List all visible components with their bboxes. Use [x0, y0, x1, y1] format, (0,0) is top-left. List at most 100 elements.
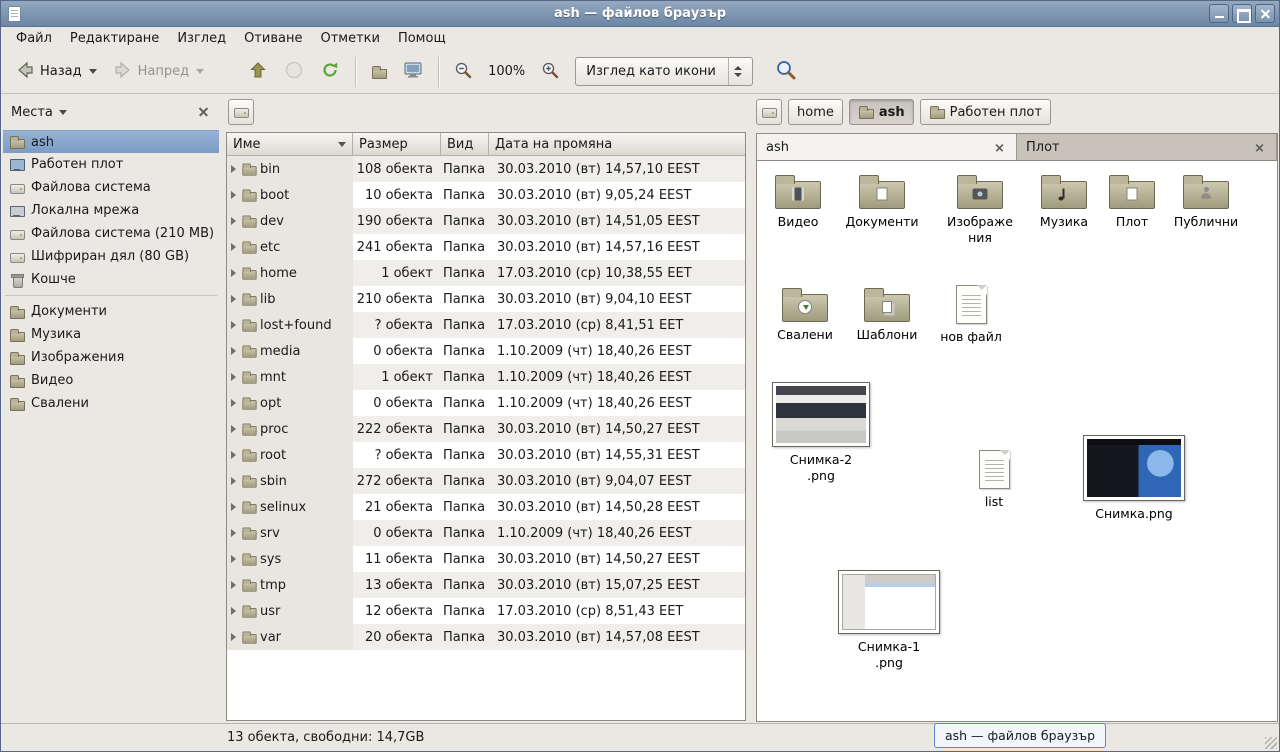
icon-item-photo[interactable]: Снимка.png — [1082, 435, 1186, 522]
sidebar-place-item[interactable]: Локална мрежа — [3, 199, 219, 222]
menu-view[interactable]: Изглед — [168, 29, 235, 48]
zoom-in-button[interactable] — [533, 55, 567, 89]
expander-icon[interactable] — [231, 295, 236, 303]
up-button[interactable] — [240, 55, 276, 89]
zoom-out-button[interactable] — [446, 55, 480, 89]
expander-icon[interactable] — [231, 633, 236, 641]
tree-row[interactable]: srv 0 обекта Папка 1.10.2009 (чт) 18,40,… — [227, 520, 745, 546]
tree-row[interactable]: home 1 обект Папка 17.03.2010 (ср) 10,38… — [227, 260, 745, 286]
sidebar-place-item[interactable]: Файлова система — [3, 176, 219, 199]
home-button[interactable] — [363, 55, 395, 89]
expander-icon[interactable] — [231, 165, 236, 173]
expander-icon[interactable] — [231, 373, 236, 381]
menu-help[interactable]: Помощ — [389, 29, 455, 48]
breadcrumb-ash-button[interactable]: ash — [849, 99, 914, 125]
column-header-name[interactable]: Име — [227, 133, 353, 156]
forward-button[interactable]: Напред — [105, 55, 212, 89]
expander-icon[interactable] — [231, 321, 236, 329]
tab-ash[interactable]: ash — [757, 134, 1017, 160]
expander-icon[interactable] — [231, 581, 236, 589]
titlebar[interactable]: ash — файлов браузър — [1, 1, 1279, 27]
icon-item-newfile[interactable]: нов файл — [931, 285, 1011, 345]
back-history-chevron-icon[interactable] — [89, 69, 97, 74]
sidebar-place-item[interactable]: Работен плот — [3, 153, 219, 176]
tree-row[interactable]: selinux 21 обекта Папка 30.03.2010 (вт) … — [227, 494, 745, 520]
root-breadcrumb-button[interactable] — [228, 99, 254, 125]
tree-row[interactable]: sys 11 обекта Папка 30.03.2010 (вт) 14,5… — [227, 546, 745, 572]
icon-item-documents[interactable]: Документи — [841, 173, 923, 230]
icon-item-downloads[interactable]: Свалени — [765, 286, 845, 343]
icon-item-music[interactable]: Музика — [1029, 173, 1099, 230]
tree-row[interactable]: opt 0 обекта Папка 1.10.2009 (чт) 18,40,… — [227, 390, 745, 416]
tree-row[interactable]: lib 210 обекта Папка 30.03.2010 (вт) 9,0… — [227, 286, 745, 312]
icon-item-templates[interactable]: Шаблони — [847, 286, 927, 343]
sidebar-selector-chevron-icon[interactable] — [59, 110, 67, 115]
expander-icon[interactable] — [231, 555, 236, 563]
column-header-size[interactable]: Размер — [353, 133, 441, 156]
tree-row[interactable]: media 0 обекта Папка 1.10.2009 (чт) 18,4… — [227, 338, 745, 364]
icon-item-photo2[interactable]: Снимка-2.png — [771, 382, 871, 485]
tree-row[interactable]: var 20 обекта Папка 30.03.2010 (вт) 14,5… — [227, 624, 745, 650]
root-breadcrumb-button[interactable] — [756, 99, 782, 125]
expander-icon[interactable] — [231, 191, 236, 199]
tree-row[interactable]: tmp 13 обекта Папка 30.03.2010 (вт) 15,0… — [227, 572, 745, 598]
breadcrumb-desktop-button[interactable]: Работен плот — [920, 99, 1051, 125]
tree-row[interactable]: proc 222 обекта Папка 30.03.2010 (вт) 14… — [227, 416, 745, 442]
expander-icon[interactable] — [231, 451, 236, 459]
icon-item-photo1[interactable]: Снимка-1.png — [837, 570, 941, 672]
expander-icon[interactable] — [231, 529, 236, 537]
sidebar-place-item[interactable]: Музика — [3, 323, 219, 346]
sidebar-place-item[interactable]: Документи — [3, 300, 219, 323]
tree-row[interactable]: etc 241 обекта Папка 30.03.2010 (вт) 14,… — [227, 234, 745, 260]
icon-item-video[interactable]: Видео — [759, 173, 837, 230]
sidebar-close-icon[interactable] — [196, 105, 211, 120]
expander-icon[interactable] — [231, 503, 236, 511]
menu-go[interactable]: Отиване — [235, 29, 311, 48]
column-header-type[interactable]: Вид — [441, 133, 489, 156]
expander-icon[interactable] — [231, 477, 236, 485]
menu-file[interactable]: Файл — [7, 29, 61, 48]
column-header-date[interactable]: Дата на промяна — [489, 133, 745, 156]
icon-item-desktop[interactable]: Плот — [1101, 173, 1163, 230]
tree-row[interactable]: lost+found ? обекта Папка 17.03.2010 (ср… — [227, 312, 745, 338]
maximize-button[interactable] — [1232, 4, 1252, 23]
sidebar-place-item[interactable]: ash — [3, 130, 219, 153]
expander-icon[interactable] — [231, 425, 236, 433]
sidebar-place-item[interactable]: Кошче — [3, 268, 219, 291]
tree-row[interactable]: boot 10 обекта Папка 30.03.2010 (вт) 9,0… — [227, 182, 745, 208]
icon-item-images[interactable]: Изображения — [935, 173, 1025, 247]
tree-row[interactable]: usr 12 обекта Папка 17.03.2010 (ср) 8,51… — [227, 598, 745, 624]
tab-close-icon[interactable] — [993, 141, 1006, 154]
expander-icon[interactable] — [231, 607, 236, 615]
search-button[interactable] — [767, 55, 805, 89]
tree-row[interactable]: dev 190 обекта Папка 30.03.2010 (вт) 14,… — [227, 208, 745, 234]
tree-row[interactable]: bin 108 обекта Папка 30.03.2010 (вт) 14,… — [227, 156, 745, 182]
back-button[interactable]: Назад — [7, 55, 105, 89]
icon-item-list[interactable]: list — [964, 450, 1024, 510]
expander-icon[interactable] — [231, 243, 236, 251]
sidebar-place-item[interactable]: Свалени — [3, 392, 219, 415]
menu-edit[interactable]: Редактиране — [61, 29, 168, 48]
breadcrumb-home-button[interactable]: home — [788, 99, 843, 125]
tree-row[interactable]: sbin 272 обекта Папка 30.03.2010 (вт) 9,… — [227, 468, 745, 494]
tree-row[interactable]: mnt 1 обект Папка 1.10.2009 (чт) 18,40,2… — [227, 364, 745, 390]
menu-bookmarks[interactable]: Отметки — [311, 29, 388, 48]
icon-view[interactable]: Видео Документи Изображения Музика Плот … — [756, 160, 1278, 722]
expander-icon[interactable] — [231, 399, 236, 407]
view-mode-selector[interactable]: Изглед като икони — [575, 57, 753, 86]
sidebar-place-item[interactable]: Шифриран дял (80 GB) — [3, 245, 219, 268]
computer-button[interactable] — [395, 55, 431, 89]
icon-item-public[interactable]: Публични — [1165, 173, 1247, 230]
sidebar-place-item[interactable]: Изображения — [3, 346, 219, 369]
reload-button[interactable] — [312, 55, 348, 89]
expander-icon[interactable] — [231, 217, 236, 225]
sidebar-place-item[interactable]: Файлова система (210 MB) — [3, 222, 219, 245]
stop-button[interactable] — [276, 55, 312, 89]
expander-icon[interactable] — [231, 269, 236, 277]
tab-close-icon[interactable] — [1253, 141, 1266, 154]
sidebar-place-item[interactable]: Видео — [3, 369, 219, 392]
tab-desktop[interactable]: Плот — [1017, 134, 1277, 160]
forward-history-chevron-icon[interactable] — [196, 69, 204, 74]
tree-row[interactable]: root ? обекта Папка 30.03.2010 (вт) 14,5… — [227, 442, 745, 468]
expander-icon[interactable] — [231, 347, 236, 355]
